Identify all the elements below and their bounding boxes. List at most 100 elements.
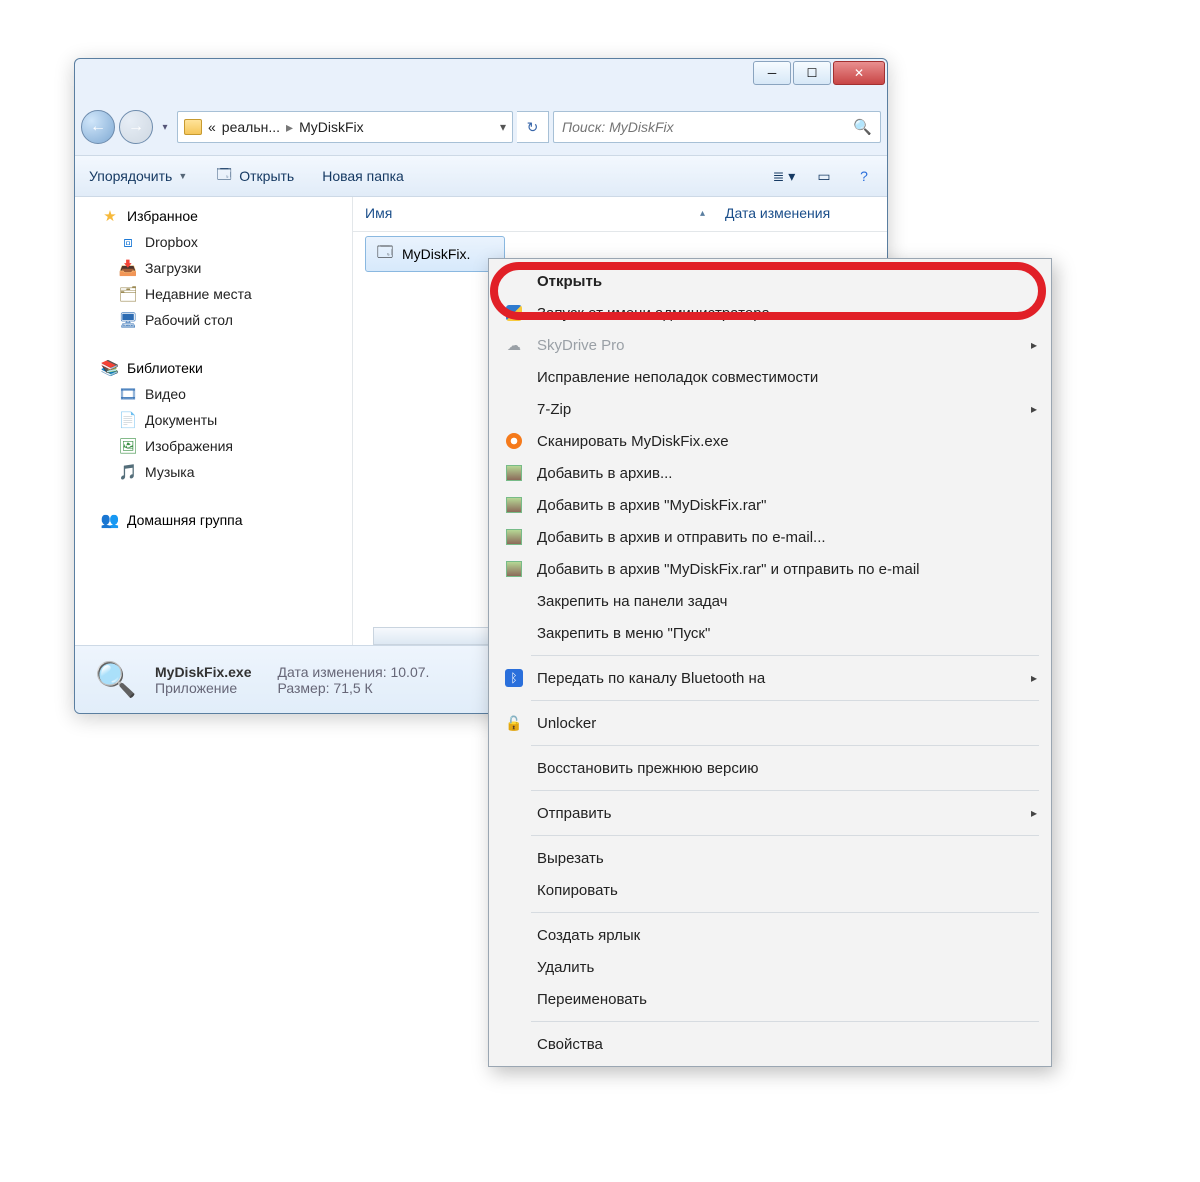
ctx-addarchive-label: Добавить в архив... bbox=[537, 465, 672, 482]
search-input[interactable] bbox=[562, 119, 853, 135]
ctx-cut-label: Вырезать bbox=[537, 850, 604, 867]
open-button[interactable]: 🗔 Открыть bbox=[215, 167, 294, 185]
ctx-delete[interactable]: Удалить bbox=[491, 951, 1049, 983]
minimize-button[interactable]: ─ bbox=[753, 61, 791, 85]
ctx-cut[interactable]: Вырезать bbox=[491, 842, 1049, 874]
ctx-send-to[interactable]: Отправить bbox=[491, 797, 1049, 829]
ctx-skydrive[interactable]: ☁ SkyDrive Pro bbox=[491, 329, 1049, 361]
ctx-pinstart-label: Закрепить в меню "Пуск" bbox=[537, 625, 710, 642]
sidebar-item-dropbox[interactable]: ⧈Dropbox bbox=[75, 229, 352, 255]
ctx-bluetooth-label: Передать по каналу Bluetooth на bbox=[537, 670, 765, 687]
view-options-button[interactable]: ≣ ▾ bbox=[775, 167, 793, 185]
breadcrumb-seg2[interactable]: MyDiskFix bbox=[299, 119, 364, 135]
sidebar-item-downloads[interactable]: 📥 Загрузки bbox=[75, 255, 352, 281]
ctx-run-as-admin[interactable]: Запуск от имени администратора bbox=[491, 297, 1049, 329]
ctx-restore-label: Восстановить прежнюю версию bbox=[537, 760, 758, 777]
maximize-button[interactable]: ☐ bbox=[793, 61, 831, 85]
ctx-shortcut[interactable]: Создать ярлык bbox=[491, 919, 1049, 951]
open-icon: 🗔 bbox=[215, 167, 233, 185]
history-dropdown[interactable]: ▾ bbox=[157, 110, 173, 144]
ctx-copy[interactable]: Копировать bbox=[491, 874, 1049, 906]
ctx-bluetooth[interactable]: ᛒПередать по каналу Bluetooth на bbox=[491, 662, 1049, 694]
homegroup-header[interactable]: 👥 Домашняя группа bbox=[75, 507, 352, 533]
shield-icon bbox=[506, 305, 522, 321]
pictures-icon: 🖼 bbox=[119, 437, 137, 455]
ctx-open[interactable]: Открыть bbox=[491, 265, 1049, 297]
search-bar[interactable]: 🔍 bbox=[553, 111, 881, 143]
music-icon: 🎵 bbox=[119, 463, 137, 481]
ctx-delete-label: Удалить bbox=[537, 959, 594, 976]
search-icon[interactable]: 🔍 bbox=[853, 118, 872, 136]
ctx-rename[interactable]: Переименовать bbox=[491, 983, 1049, 1015]
rar-icon bbox=[506, 465, 522, 481]
separator bbox=[531, 835, 1039, 836]
file-row[interactable]: 🗔 MyDiskFix. bbox=[365, 236, 505, 272]
ctx-rename-label: Переименовать bbox=[537, 991, 647, 1008]
ctx-addrarmail-label: Добавить в архив "MyDiskFix.rar" и отпра… bbox=[537, 561, 920, 578]
ctx-skydrive-label: SkyDrive Pro bbox=[537, 337, 625, 354]
ctx-pin-start[interactable]: Закрепить в меню "Пуск" bbox=[491, 617, 1049, 649]
close-button[interactable]: ✕ bbox=[833, 61, 885, 85]
file-name: MyDiskFix. bbox=[402, 246, 470, 262]
video-icon: 🎞 bbox=[119, 385, 137, 403]
new-folder-button[interactable]: Новая папка bbox=[322, 168, 404, 184]
preview-pane-button[interactable]: ▭ bbox=[815, 167, 833, 185]
breadcrumb-separator: ▸ bbox=[286, 119, 293, 136]
ctx-scan[interactable]: Сканировать MyDiskFix.exe bbox=[491, 425, 1049, 457]
command-bar: Упорядочить ▼ 🗔 Открыть Новая папка ≣ ▾ … bbox=[75, 155, 887, 197]
refresh-button[interactable]: ↻ bbox=[517, 111, 549, 143]
ctx-restore[interactable]: Восстановить прежнюю версию bbox=[491, 752, 1049, 784]
downloads-icon: 📥 bbox=[119, 259, 137, 277]
breadcrumb-seg1[interactable]: реальн... bbox=[222, 119, 280, 135]
desktop-icon: 🖥 bbox=[119, 311, 137, 329]
ctx-properties[interactable]: Свойства bbox=[491, 1028, 1049, 1060]
ctx-addrar-label: Добавить в архив "MyDiskFix.rar" bbox=[537, 497, 766, 514]
ctx-scan-label: Сканировать MyDiskFix.exe bbox=[537, 433, 729, 450]
ctx-7zip[interactable]: 7-Zip bbox=[491, 393, 1049, 425]
organize-label: Упорядочить bbox=[89, 168, 172, 184]
ctx-unlocker[interactable]: 🔓Unlocker bbox=[491, 707, 1049, 739]
sidebar-item-label: Недавние места bbox=[145, 286, 252, 302]
exe-icon: 🗔 bbox=[376, 245, 394, 263]
favorites-label: Избранное bbox=[127, 208, 198, 224]
lock-icon: 🔓 bbox=[503, 712, 525, 734]
ctx-add-rar-mail[interactable]: Добавить в архив "MyDiskFix.rar" и отпра… bbox=[491, 553, 1049, 585]
context-menu: Открыть Запуск от имени администратора ☁… bbox=[488, 258, 1052, 1067]
ctx-add-rar[interactable]: Добавить в архив "MyDiskFix.rar" bbox=[491, 489, 1049, 521]
sidebar-item-label: Загрузки bbox=[145, 260, 201, 276]
details-type: Приложение bbox=[155, 680, 252, 696]
sidebar-item-label: Музыка bbox=[145, 464, 195, 480]
details-size-label: Размер: bbox=[278, 680, 330, 696]
rar-icon bbox=[506, 529, 522, 545]
libraries-header[interactable]: 📚 Библиотеки bbox=[75, 355, 352, 381]
sidebar-item-pictures[interactable]: 🖼Изображения bbox=[75, 433, 352, 459]
column-date[interactable]: Дата изменения bbox=[725, 205, 875, 221]
ctx-add-archive[interactable]: Добавить в архив... bbox=[491, 457, 1049, 489]
favorites-header[interactable]: ★ Избранное bbox=[75, 203, 352, 229]
column-headers: Имя ▴ Дата изменения bbox=[353, 197, 887, 232]
sidebar-item-desktop[interactable]: 🖥Рабочий стол bbox=[75, 307, 352, 333]
sidebar-item-music[interactable]: 🎵 Музыка bbox=[75, 459, 352, 485]
ctx-7zip-label: 7-Zip bbox=[537, 401, 571, 418]
address-dropdown[interactable]: ▾ bbox=[500, 120, 506, 134]
sidebar-item-documents[interactable]: 📄Документы bbox=[75, 407, 352, 433]
back-button[interactable]: ← bbox=[81, 110, 115, 144]
address-bar[interactable]: « реальн... ▸ MyDiskFix ▾ bbox=[177, 111, 513, 143]
cloud-icon: ☁ bbox=[503, 334, 525, 356]
documents-icon: 📄 bbox=[119, 411, 137, 429]
ctx-compat[interactable]: Исправление неполадок совместимости bbox=[491, 361, 1049, 393]
ctx-pin-taskbar[interactable]: Закрепить на панели задач bbox=[491, 585, 1049, 617]
forward-button[interactable]: → bbox=[119, 110, 153, 144]
navigation-pane[interactable]: ▴ ★ Избранное ⧈Dropbox 📥Загрузки 🗂Недавн… bbox=[75, 197, 353, 645]
help-button[interactable]: ? bbox=[855, 167, 873, 185]
new-folder-label: Новая папка bbox=[322, 168, 404, 184]
ctx-add-mail[interactable]: Добавить в архив и отправить по e-mail..… bbox=[491, 521, 1049, 553]
column-name[interactable]: Имя ▴ bbox=[365, 205, 725, 221]
sidebar-item-label: Видео bbox=[145, 386, 186, 402]
column-name-label: Имя bbox=[365, 205, 392, 221]
sidebar-item-recent[interactable]: 🗂Недавние места bbox=[75, 281, 352, 307]
sidebar-item-video[interactable]: 🎞 Видео bbox=[75, 381, 352, 407]
separator bbox=[531, 655, 1039, 656]
separator bbox=[531, 700, 1039, 701]
organize-button[interactable]: Упорядочить ▼ bbox=[89, 168, 187, 184]
